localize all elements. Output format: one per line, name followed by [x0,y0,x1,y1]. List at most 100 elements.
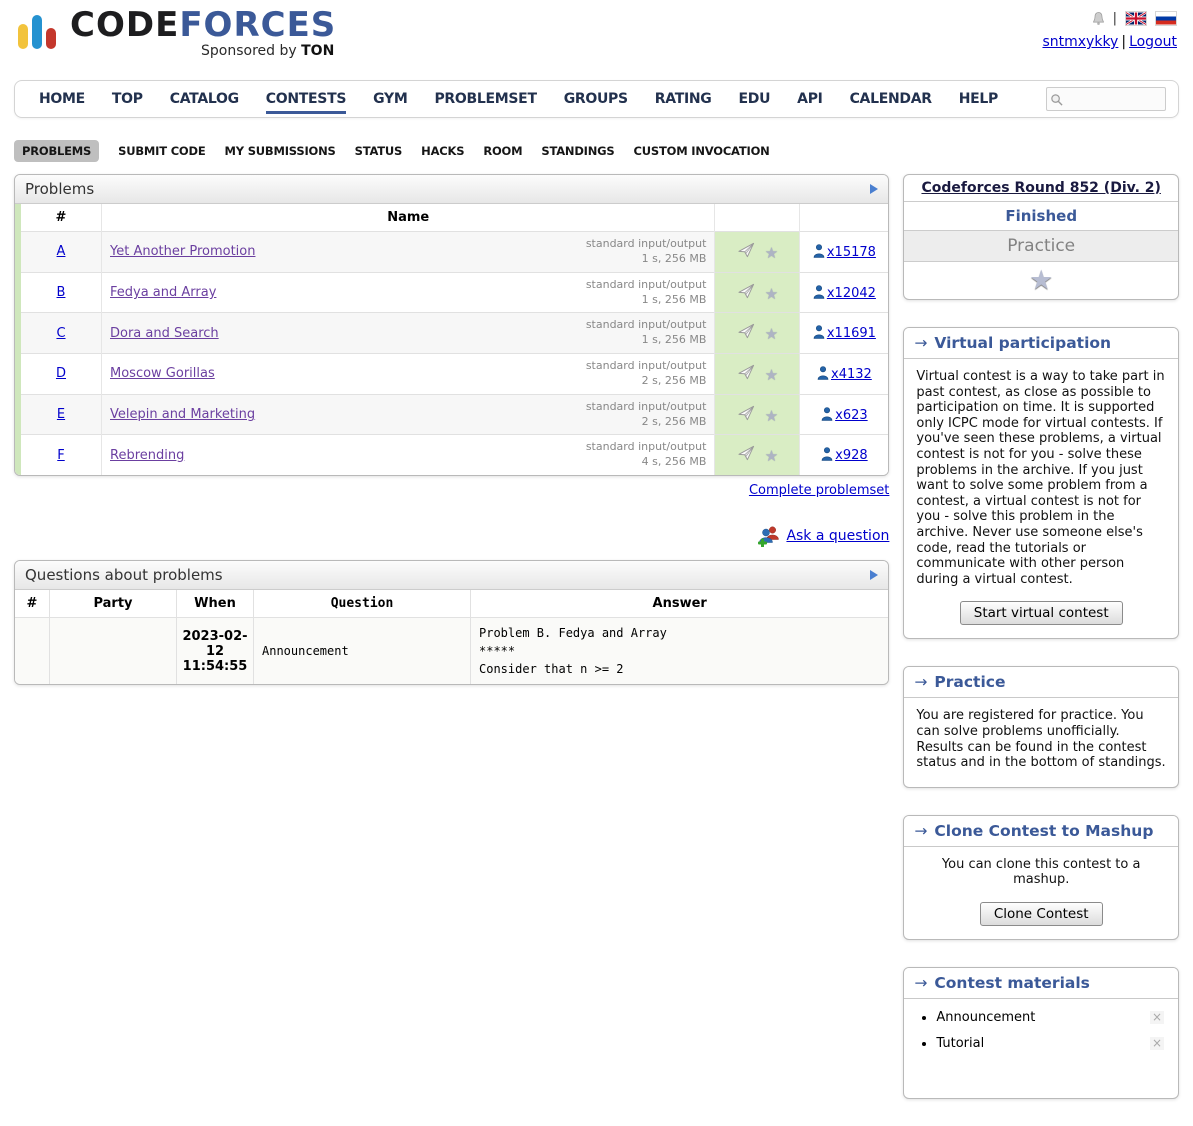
ask-question-link[interactable]: Ask a question [786,528,889,544]
material-announcement-link[interactable]: Announcement [936,1010,1035,1025]
problem-name-link[interactable]: Moscow Gorillas [110,366,215,381]
submit-plane-icon[interactable] [737,369,756,384]
flag-en-icon[interactable] [1125,11,1147,26]
nav-item-groups[interactable]: GROUPS [564,84,628,114]
solved-person-icon [813,325,825,339]
favorite-star-icon[interactable]: ★ [765,366,778,384]
problem-row: F Rebrending standard input/output4 s, 2… [18,435,888,475]
arrow-right-icon: → [914,334,927,352]
submit-plane-icon[interactable] [737,450,756,465]
nav-item-gym[interactable]: GYM [373,84,407,114]
nav-item-api[interactable]: API [797,84,822,114]
favorite-star-icon[interactable]: ★ [765,407,778,425]
problem-letter-link[interactable]: C [56,326,65,341]
logout-link[interactable]: Logout [1129,34,1177,50]
subnav-submit-code[interactable]: SUBMIT CODE [118,144,205,158]
ask-question-icon [757,525,781,547]
solved-count-link[interactable]: x15178 [827,245,876,260]
nav-item-top[interactable]: TOP [112,84,143,114]
subnav-hacks[interactable]: HACKS [421,144,464,158]
favorite-star-icon[interactable]: ★ [765,244,778,262]
favorite-star-icon[interactable]: ★ [765,325,778,343]
complete-problemset-link[interactable]: Complete problemset [749,483,889,498]
problem-letter-link[interactable]: B [57,285,66,300]
problem-name-link[interactable]: Fedya and Array [110,285,216,300]
solved-count-link[interactable]: x11691 [827,326,876,341]
subnav-room[interactable]: ROOM [483,144,522,158]
problem-io-limits: standard input/output1 s, 256 MB [586,237,707,267]
submit-plane-icon[interactable] [737,410,756,425]
problem-row: B Fedya and Array standard input/output1… [18,272,888,313]
logo-bars-icon [18,15,56,49]
contest-info-box: Codeforces Round 852 (Div. 2) Finished P… [903,174,1179,300]
subnav-status[interactable]: STATUS [355,144,403,158]
nav-item-contests[interactable]: CONTESTS [266,84,346,114]
solved-person-icon [813,285,825,299]
bell-icon[interactable] [1092,11,1105,26]
problem-name-link[interactable]: Dora and Search [110,326,219,341]
user-separator: | [1121,34,1126,50]
question-party [50,618,177,685]
start-virtual-contest-button[interactable]: Start virtual contest [960,601,1123,625]
qcol-answer: Answer [471,590,889,618]
nav-item-home[interactable]: HOME [39,84,85,114]
nav-item-help[interactable]: HELP [959,84,998,114]
problems-caption: Problems [15,175,888,204]
problems-table: # Name A Yet Another Promotion standard … [15,204,888,475]
search-icon [1050,93,1063,106]
problem-io-limits: standard input/output2 s, 256 MB [586,400,707,430]
submit-plane-icon[interactable] [737,288,756,303]
problem-letter-link[interactable]: F [57,448,64,463]
problem-letter-link[interactable]: E [57,407,65,422]
problem-name-link[interactable]: Yet Another Promotion [110,244,255,259]
question-num [15,618,50,685]
header-separator: | [1113,11,1117,26]
nav-item-calendar[interactable]: CALENDAR [850,84,932,114]
close-icon[interactable]: × [1150,1011,1164,1024]
favorite-star-icon[interactable]: ★ [765,285,778,303]
clone-mashup-text: You can clone this contest to a mashup. [904,847,1178,898]
material-item: Tutorial × [936,1036,1178,1051]
solved-count-link[interactable]: x623 [835,408,868,423]
solved-count-link[interactable]: x928 [835,448,868,463]
favorite-star-icon[interactable]: ★ [765,447,778,465]
username-link[interactable]: sntmxykky [1042,34,1118,50]
subnav-standings[interactable]: STANDINGS [541,144,614,158]
search-input[interactable] [1066,91,1160,107]
problem-letter-link[interactable]: A [57,244,66,259]
close-icon[interactable]: × [1150,1037,1164,1050]
submit-plane-icon[interactable] [737,247,756,262]
submit-plane-icon[interactable] [737,328,756,343]
problem-name-link[interactable]: Velepin and Marketing [110,407,255,422]
logo-bar-red [46,28,56,49]
expand-arrow-icon[interactable] [870,570,878,580]
logo-sponsored: Sponsored by TON [70,43,336,59]
nav-item-catalog[interactable]: CATALOG [170,84,239,114]
expand-arrow-icon[interactable] [870,184,878,194]
material-tutorial-link[interactable]: Tutorial [936,1036,984,1051]
qcol-num: # [15,590,50,618]
contest-title-link[interactable]: Codeforces Round 852 (Div. 2) [921,180,1160,196]
problem-io-limits: standard input/output4 s, 256 MB [586,440,707,470]
subnav-problems[interactable]: PROBLEMS [14,140,99,162]
problem-io-limits: standard input/output1 s, 256 MB [586,278,707,308]
problem-row: D Moscow Gorillas standard input/output2… [18,354,888,395]
nav-item-rating[interactable]: RATING [655,84,712,114]
nav-item-edu[interactable]: EDU [739,84,771,114]
question-text: Announcement [254,618,471,685]
solved-count-link[interactable]: x4132 [831,367,872,382]
subnav-custom-invocation[interactable]: CUSTOM INVOCATION [634,144,770,158]
flag-ru-icon[interactable] [1155,11,1177,26]
problem-name-link[interactable]: Rebrending [110,448,184,463]
problem-letter-link[interactable]: D [56,366,66,381]
solved-count-link[interactable]: x12042 [827,286,876,301]
question-answer: Problem B. Fedya and Array ***** Conside… [471,618,889,685]
nav-item-problemset[interactable]: PROBLEMSET [434,84,536,114]
favorite-contest-star-icon[interactable]: ★ [1029,265,1053,296]
codeforces-logo[interactable]: CODEFORCES Sponsored by TON [18,8,336,59]
clone-contest-button[interactable]: Clone Contest [980,902,1103,926]
logo-bar-blue [32,15,42,49]
search-box[interactable] [1046,87,1166,111]
virtual-participation-header: → Virtual participation [904,328,1178,359]
subnav-my-submissions[interactable]: MY SUBMISSIONS [225,144,336,158]
